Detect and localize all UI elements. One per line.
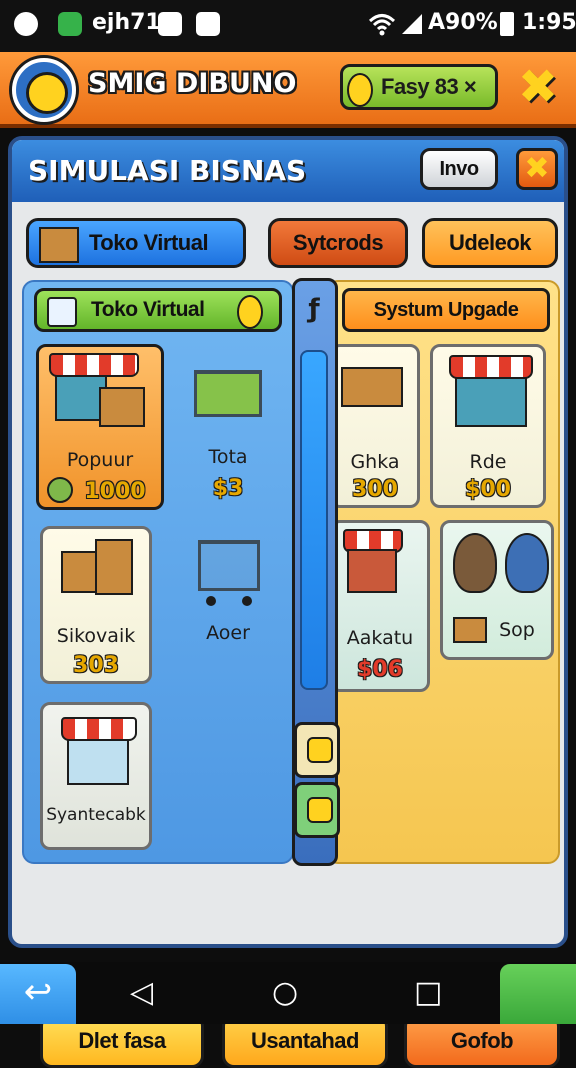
sub-tab-label: Toko Virtual (91, 298, 205, 321)
upgrade-card[interactable]: Sop (440, 520, 554, 660)
card-label: Sop (499, 619, 535, 641)
bowl-icon (47, 477, 73, 503)
game-header: SMIG DIBUNO Fasy 83 × ✖ (0, 52, 576, 128)
battery-percent: A90% (428, 10, 498, 35)
panel-header: SIMULASI BISNAS Invo ✖ (12, 140, 564, 202)
game-logo[interactable] (12, 58, 76, 122)
crate-icon (95, 539, 133, 595)
store-awning-icon (449, 355, 533, 379)
card-value: $3 (212, 476, 244, 501)
mini-tool-button[interactable] (294, 722, 340, 778)
card-label: Aoer (206, 622, 250, 644)
crate-icon (453, 617, 487, 643)
currency-label: Fasy 83 × (381, 74, 477, 99)
currency-pill[interactable]: Fasy 83 × (340, 64, 498, 110)
card-label: Syantecabk (46, 805, 146, 825)
store-awning-icon (61, 717, 137, 741)
system-update-banner[interactable]: Systum Upgade (342, 288, 550, 332)
game-title: SMIG DIBUNO (88, 68, 297, 99)
store-card[interactable]: Sikovaik 303 (40, 526, 152, 684)
store-card-selected[interactable]: Popuur 1000 (36, 344, 164, 510)
app-icon (58, 12, 82, 36)
status-bar: ejh71 A90% 1:95 (0, 0, 576, 52)
sub-tab-toko-virtual[interactable]: Toko Virtual (34, 288, 282, 332)
card-value: 300 (352, 477, 398, 502)
cart-icon (194, 370, 262, 417)
tab-label: Toko Virtual (89, 230, 209, 255)
crate-icon (341, 367, 403, 407)
clock-icon (14, 12, 38, 36)
store-icon (455, 377, 527, 427)
status-left-text: ejh71 (92, 10, 161, 35)
cash-icon (307, 797, 333, 823)
duck-icon (26, 72, 68, 114)
person-icon (453, 533, 497, 593)
camera-icon (158, 12, 182, 36)
panel-close-button[interactable]: ✖ (516, 148, 558, 190)
mini-tool-button[interactable] (294, 782, 340, 838)
card-value: $00 (465, 477, 511, 502)
tab-toko-virtual[interactable]: Toko Virtual (26, 218, 246, 268)
person-icon (505, 533, 549, 593)
box-icon (39, 227, 79, 263)
status-time: 1:95 (522, 10, 576, 35)
coin-icon (237, 295, 263, 329)
card-label: Tota (208, 446, 248, 468)
store-icon (347, 549, 397, 593)
recents-button[interactable]: □ (414, 978, 442, 1008)
battery-icon (500, 12, 514, 36)
back-button[interactable]: ◁ (130, 978, 153, 1008)
cart-icon (198, 540, 260, 591)
simulation-panel: SIMULASI BISNAS Invo ✖ Toko Virtual Sytc… (8, 136, 568, 1068)
store-card[interactable]: Tota $3 (178, 344, 278, 510)
message-icon (196, 12, 220, 36)
card-value: $06 (357, 657, 403, 682)
store-card[interactable]: Syantecabk (40, 702, 152, 850)
game-green-button[interactable] (500, 964, 576, 1024)
store-awning-icon (49, 353, 139, 377)
bulb-icon (307, 737, 333, 763)
card-value: 1000 (84, 479, 146, 504)
upgrade-card[interactable]: Aakatu $06 (330, 520, 430, 692)
panel-title: SIMULASI BISNAS (28, 154, 307, 187)
tab-sytcrods[interactable]: Sytcrods (268, 218, 408, 268)
tab-udeleok[interactable]: Udeleok (422, 218, 558, 268)
info-button[interactable]: Invo (420, 148, 498, 190)
store-card[interactable]: Aoer (178, 526, 278, 684)
crate-icon (99, 387, 145, 427)
card-label: Aakatu (346, 627, 414, 649)
wheel-icon (242, 596, 252, 606)
wifi-icon (368, 14, 396, 36)
card-label: Ghka (350, 451, 400, 473)
upgrade-card[interactable]: Ghka 300 (330, 344, 420, 508)
card-value: 303 (73, 653, 119, 678)
card-label: Popuur (66, 449, 134, 471)
header-close-button[interactable]: ✖ (514, 63, 562, 112)
home-button[interactable]: ○ (272, 978, 298, 1008)
screen-icon (47, 297, 77, 327)
card-label: Rde (469, 451, 507, 473)
card-label: Sikovaik (56, 625, 136, 647)
scroll-thumb[interactable] (300, 350, 328, 690)
game-back-button[interactable]: ↩ (0, 964, 76, 1024)
store-icon (67, 739, 129, 785)
upgrade-card[interactable]: Rde $00 (430, 344, 546, 508)
coin-icon (347, 73, 373, 107)
wheel-icon (206, 596, 216, 606)
scroll-pin: ƒ (308, 294, 320, 324)
signal-icon (402, 14, 422, 34)
